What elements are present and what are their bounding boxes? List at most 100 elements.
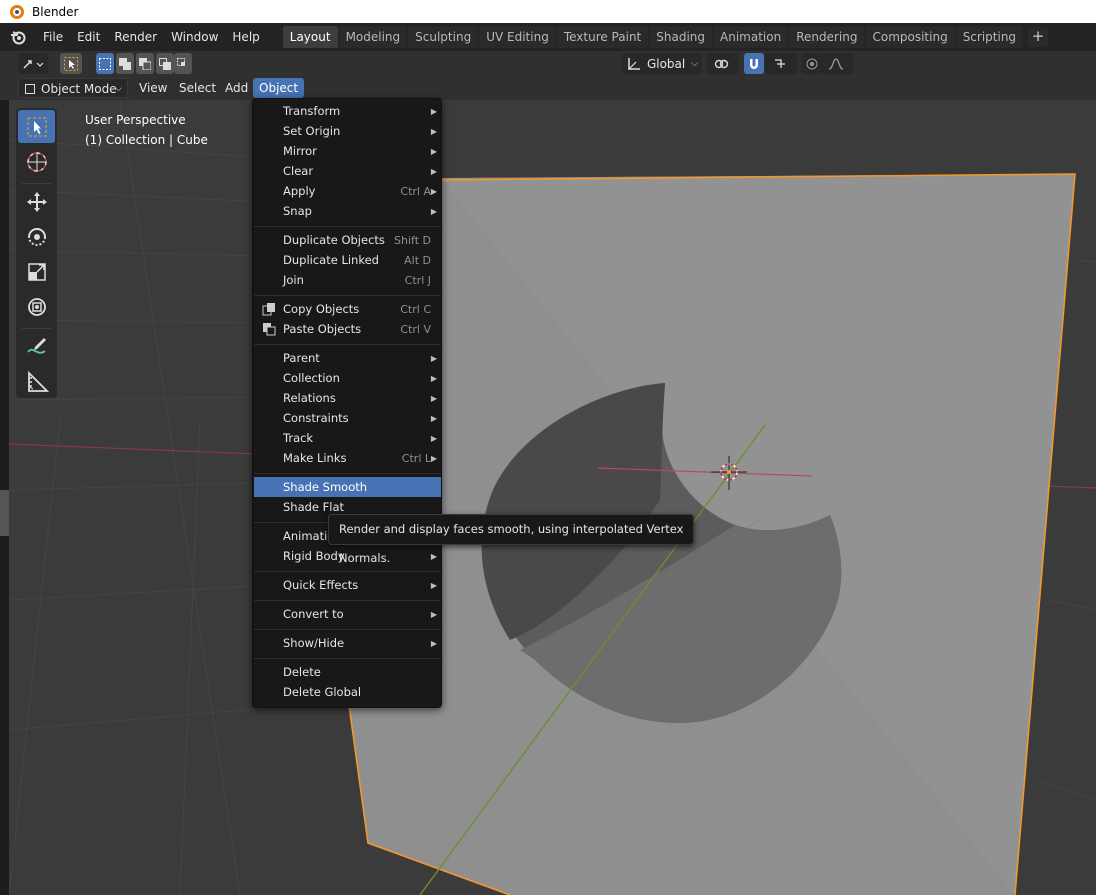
select-mode-new-button[interactable] xyxy=(96,53,114,74)
menu-separator xyxy=(254,344,441,345)
select-mode-subtract-button[interactable] xyxy=(136,53,154,74)
object-mode-icon xyxy=(25,84,35,94)
tab-sculpting[interactable]: Sculpting xyxy=(408,26,479,48)
snap-target-dropdown[interactable] xyxy=(765,53,797,74)
mode-dropdown[interactable]: Object Mode ⌵ xyxy=(18,78,128,98)
submenu-arrow-icon: ▶ xyxy=(430,413,437,423)
menu-item-copy-objects[interactable]: Copy Objects Ctrl C xyxy=(254,299,441,319)
tab-scripting[interactable]: Scripting xyxy=(955,26,1024,48)
menu-item-set-origin[interactable]: Set Origin ▶ xyxy=(254,121,441,141)
3d-viewport[interactable] xyxy=(9,100,1096,895)
menu-render[interactable]: Render xyxy=(107,26,164,48)
menu-item-join[interactable]: Join Ctrl J xyxy=(254,270,441,290)
view-menu[interactable]: View xyxy=(133,78,174,98)
menu-item-paste-objects[interactable]: Paste Objects Ctrl V xyxy=(254,319,441,339)
add-menu[interactable]: Add xyxy=(219,78,255,98)
menu-file[interactable]: File xyxy=(36,26,70,48)
tool-shelf xyxy=(16,108,57,398)
object-dropdown-menu: Transform ▶ Set Origin ▶ Mirror ▶ Clear ▶ Ap… xyxy=(252,98,442,708)
viewport-header: Object Mode ⌵ View Select Add Object xyxy=(0,76,1096,100)
menu-item-show-hide[interactable]: Show/Hide ▶ xyxy=(254,633,441,653)
viewport-info: User Perspective (1) Collection | Cube xyxy=(85,110,208,150)
tab-rendering[interactable]: Rendering xyxy=(789,26,865,48)
menu-item-collection[interactable]: Collection ▶ xyxy=(254,368,441,388)
submenu-arrow-icon: ▶ xyxy=(430,206,437,216)
menu-item-transform[interactable]: Transform ▶ xyxy=(254,101,441,121)
paste-icon xyxy=(263,323,276,336)
tab-modeling[interactable]: Modeling xyxy=(338,26,408,48)
menu-separator xyxy=(254,600,441,601)
menu-item-delete-global[interactable]: Delete Global xyxy=(254,682,441,702)
menu-item-delete[interactable]: Delete xyxy=(254,662,441,682)
object-menu[interactable]: Object xyxy=(253,78,305,98)
tab-shading[interactable]: Shading xyxy=(649,26,712,48)
tool-move[interactable] xyxy=(18,185,55,218)
box-select-icon xyxy=(99,57,111,70)
snap-increment-icon xyxy=(775,58,785,68)
pivot-point-dropdown[interactable] xyxy=(707,53,739,74)
falloff-dropdown[interactable] xyxy=(823,53,853,74)
menu-item-make-links[interactable]: Make Links Ctrl L ▶ xyxy=(254,448,441,468)
cursor-target-icon xyxy=(26,151,47,172)
menu-item-apply[interactable]: Apply Ctrl A ▶ xyxy=(254,181,441,201)
menu-item-constraints[interactable]: Constraints ▶ xyxy=(254,408,441,428)
tool-annotate[interactable] xyxy=(18,330,55,363)
menu-item-duplicate-linked[interactable]: Duplicate Linked Alt D xyxy=(254,250,441,270)
shade-smooth-tooltip: Render and display faces smooth, using i… xyxy=(328,514,694,565)
menu-separator xyxy=(254,226,441,227)
menu-item-parent[interactable]: Parent ▶ xyxy=(254,348,441,368)
subtract-select-icon xyxy=(139,57,151,70)
select-mode-intersect-button[interactable] xyxy=(174,53,192,74)
submenu-arrow-icon: ▶ xyxy=(430,353,437,363)
menu-item-duplicate-objects[interactable]: Duplicate Objects Shift D xyxy=(254,230,441,250)
tool-rotate[interactable] xyxy=(18,220,55,253)
submenu-arrow-icon: ▶ xyxy=(430,551,437,561)
select-menu[interactable]: Select xyxy=(173,78,223,98)
tool-scale[interactable] xyxy=(18,255,55,288)
annotate-pencil-icon xyxy=(26,337,46,354)
tab-texture-paint[interactable]: Texture Paint xyxy=(556,26,649,48)
tool-measure[interactable] xyxy=(18,365,55,398)
menu-item-snap[interactable]: Snap ▶ xyxy=(254,201,441,221)
tab-animation[interactable]: Animation xyxy=(713,26,789,48)
proportional-edit-toggle[interactable] xyxy=(801,53,823,74)
magnet-icon xyxy=(750,58,758,69)
submenu-arrow-icon: ▶ xyxy=(430,106,437,116)
transform-pivot-dropdown[interactable] xyxy=(18,53,48,74)
menu-item-shade-smooth[interactable]: Shade Smooth xyxy=(254,477,441,497)
select-tool-button[interactable] xyxy=(60,53,82,74)
blender-menu-icon[interactable] xyxy=(0,23,36,51)
menu-item-convert-to[interactable]: Convert to ▶ xyxy=(254,604,441,624)
tool-cursor[interactable] xyxy=(18,145,55,178)
submenu-arrow-icon: ▶ xyxy=(430,638,437,648)
select-mode-extend-button[interactable] xyxy=(116,53,134,74)
menu-window[interactable]: Window xyxy=(164,26,225,48)
menu-item-track[interactable]: Track ▶ xyxy=(254,428,441,448)
submenu-arrow-icon: ▶ xyxy=(430,433,437,443)
menu-item-relations[interactable]: Relations ▶ xyxy=(254,388,441,408)
select-mode-difference-button[interactable] xyxy=(156,53,174,74)
menu-item-clear[interactable]: Clear ▶ xyxy=(254,161,441,181)
snap-toggle[interactable] xyxy=(744,53,764,74)
measure-ruler-icon xyxy=(27,370,49,392)
gizmo-icon xyxy=(23,59,44,69)
menu-edit[interactable]: Edit xyxy=(70,26,107,48)
menu-help[interactable]: Help xyxy=(225,26,266,48)
tab-layout[interactable]: Layout xyxy=(282,26,338,48)
falloff-curve-icon xyxy=(828,57,844,70)
submenu-arrow-icon: ▶ xyxy=(430,166,437,176)
menu-item-mirror[interactable]: Mirror ▶ xyxy=(254,141,441,161)
submenu-arrow-icon: ▶ xyxy=(430,580,437,590)
tool-select-box[interactable] xyxy=(18,110,55,143)
menu-item-quick-effects[interactable]: Quick Effects ▶ xyxy=(254,575,441,595)
submenu-arrow-icon: ▶ xyxy=(430,126,437,136)
tool-transform[interactable] xyxy=(18,290,55,323)
transform-orientation-dropdown[interactable]: Global ⌵ xyxy=(622,53,702,74)
menu-separator xyxy=(254,295,441,296)
tab-compositing[interactable]: Compositing xyxy=(865,26,955,48)
add-workspace-button[interactable]: + xyxy=(1028,27,1049,47)
tab-uv-editing[interactable]: UV Editing xyxy=(479,26,556,48)
top-menu-bar: File Edit Render Window Help Layout Mode… xyxy=(0,23,1096,51)
menu-separator xyxy=(254,629,441,630)
extend-select-icon xyxy=(119,57,131,70)
